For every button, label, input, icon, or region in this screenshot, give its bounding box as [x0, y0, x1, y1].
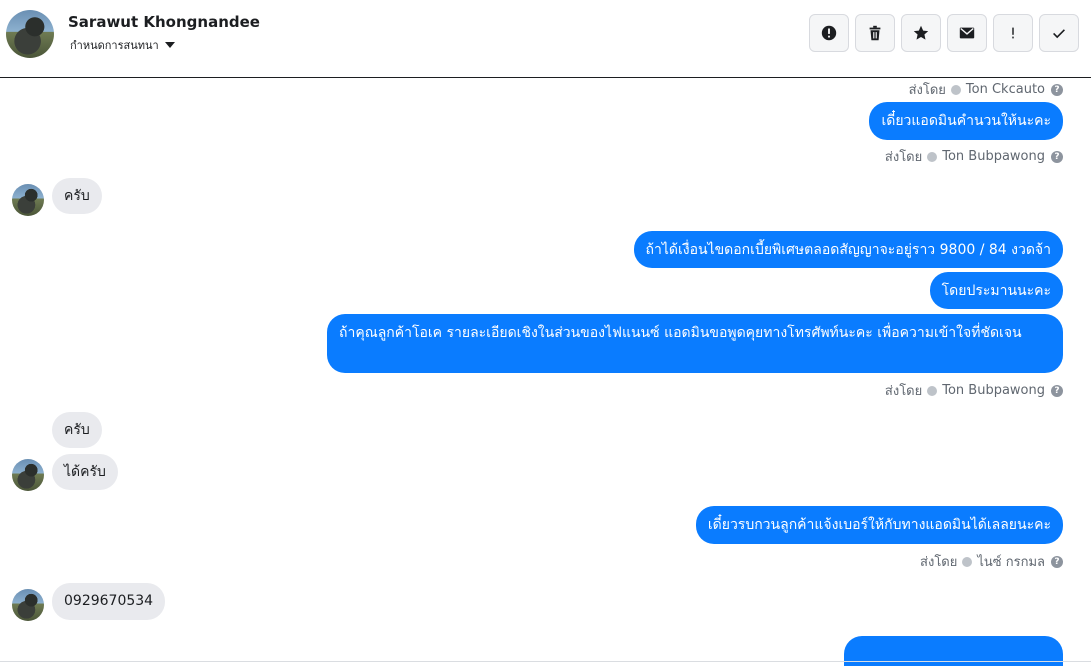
- sender-name: ไนซ์ กรกมล: [977, 555, 1045, 570]
- outgoing-message[interactable]: เดี๋ยวรบกวนลูกค้าแจ้งเบอร์ให้กับทางแอดมิ…: [695, 506, 1063, 544]
- caret-down-icon: [164, 42, 175, 48]
- conversation-status-label: กำหนดการสนทนา: [70, 39, 159, 52]
- conversation-toolbar: [809, 14, 1079, 52]
- sent-by-info: ส่งโดย Ton Ckcauto ?: [909, 79, 1063, 100]
- verified-icon: [927, 385, 938, 396]
- verified-icon: [962, 556, 973, 567]
- sent-by-label: ส่งโดย: [884, 384, 923, 399]
- contact-name[interactable]: Sarawut Khongnandee: [68, 13, 260, 31]
- outgoing-message[interactable]: โดยประมานนะคะ: [929, 272, 1063, 309]
- sent-by-label: ส่งโดย: [920, 555, 958, 570]
- contact-avatar[interactable]: [12, 459, 44, 491]
- follow-up-button[interactable]: [993, 14, 1033, 52]
- incoming-message[interactable]: ได้ครับ: [52, 454, 118, 490]
- contact-avatar[interactable]: [12, 184, 44, 216]
- star-button[interactable]: [901, 14, 941, 52]
- star-icon: [913, 25, 929, 40]
- sent-by-info: ส่งโดย ไนซ์ กรกมล ?: [920, 551, 1063, 572]
- message-thread[interactable]: ส่งโดย Ton Ckcauto ? เดี๋ยวแอดมินคำนวนให…: [0, 79, 1091, 666]
- help-icon[interactable]: ?: [1051, 150, 1063, 163]
- mark-spam-button[interactable]: [809, 14, 849, 52]
- mark-unread-button[interactable]: [947, 14, 987, 52]
- contact-avatar[interactable]: [12, 589, 44, 621]
- mail-icon: [959, 27, 975, 39]
- sent-by-info: ส่งโดย Ton Bubpawong ?: [885, 380, 1063, 401]
- verified-icon: [927, 151, 938, 162]
- exclamation-icon: [1012, 27, 1014, 39]
- sent-by-info: ส่งโดย Ton Bubpawong ?: [885, 146, 1063, 167]
- sender-name: Ton Ckcauto: [965, 82, 1045, 97]
- trash-icon: [869, 25, 881, 41]
- sender-name: Ton Bubpawong: [942, 149, 1045, 164]
- incoming-message[interactable]: ครับ: [52, 178, 102, 214]
- outgoing-message[interactable]: ถ้าคุณลูกค้าโอเค รายละเอียดเชิงในส่วนของ…: [327, 314, 1063, 373]
- incoming-message[interactable]: 0929670534: [52, 583, 166, 620]
- help-icon[interactable]: ?: [1051, 555, 1063, 568]
- help-icon[interactable]: ?: [1051, 384, 1063, 397]
- delete-button[interactable]: [855, 14, 895, 52]
- alert-icon: [821, 25, 837, 41]
- conversation-header: Sarawut Khongnandee กำหนดการสนทนา: [0, 0, 1091, 78]
- help-icon[interactable]: ?: [1051, 83, 1063, 96]
- check-icon: [1053, 29, 1065, 39]
- composer-divider: [0, 661, 1091, 662]
- sender-name: Ton Bubpawong: [942, 383, 1045, 398]
- conversation-status-dropdown[interactable]: กำหนดการสนทนา: [70, 36, 175, 54]
- sent-by-label: ส่งโดย: [908, 83, 946, 98]
- mark-done-button[interactable]: [1039, 14, 1079, 52]
- incoming-message[interactable]: ครับ: [52, 412, 102, 448]
- contact-avatar[interactable]: [6, 10, 54, 58]
- verified-icon: [950, 84, 961, 95]
- outgoing-message[interactable]: เดี๋ยวแอดมินคำนวนให้นะคะ: [869, 102, 1063, 140]
- sent-by-label: ส่งโดย: [884, 150, 923, 165]
- outgoing-message[interactable]: ถ้าได้เงื่อนไขดอกเบี้ยพิเศษตลอดสัญญาจะอย…: [633, 231, 1063, 268]
